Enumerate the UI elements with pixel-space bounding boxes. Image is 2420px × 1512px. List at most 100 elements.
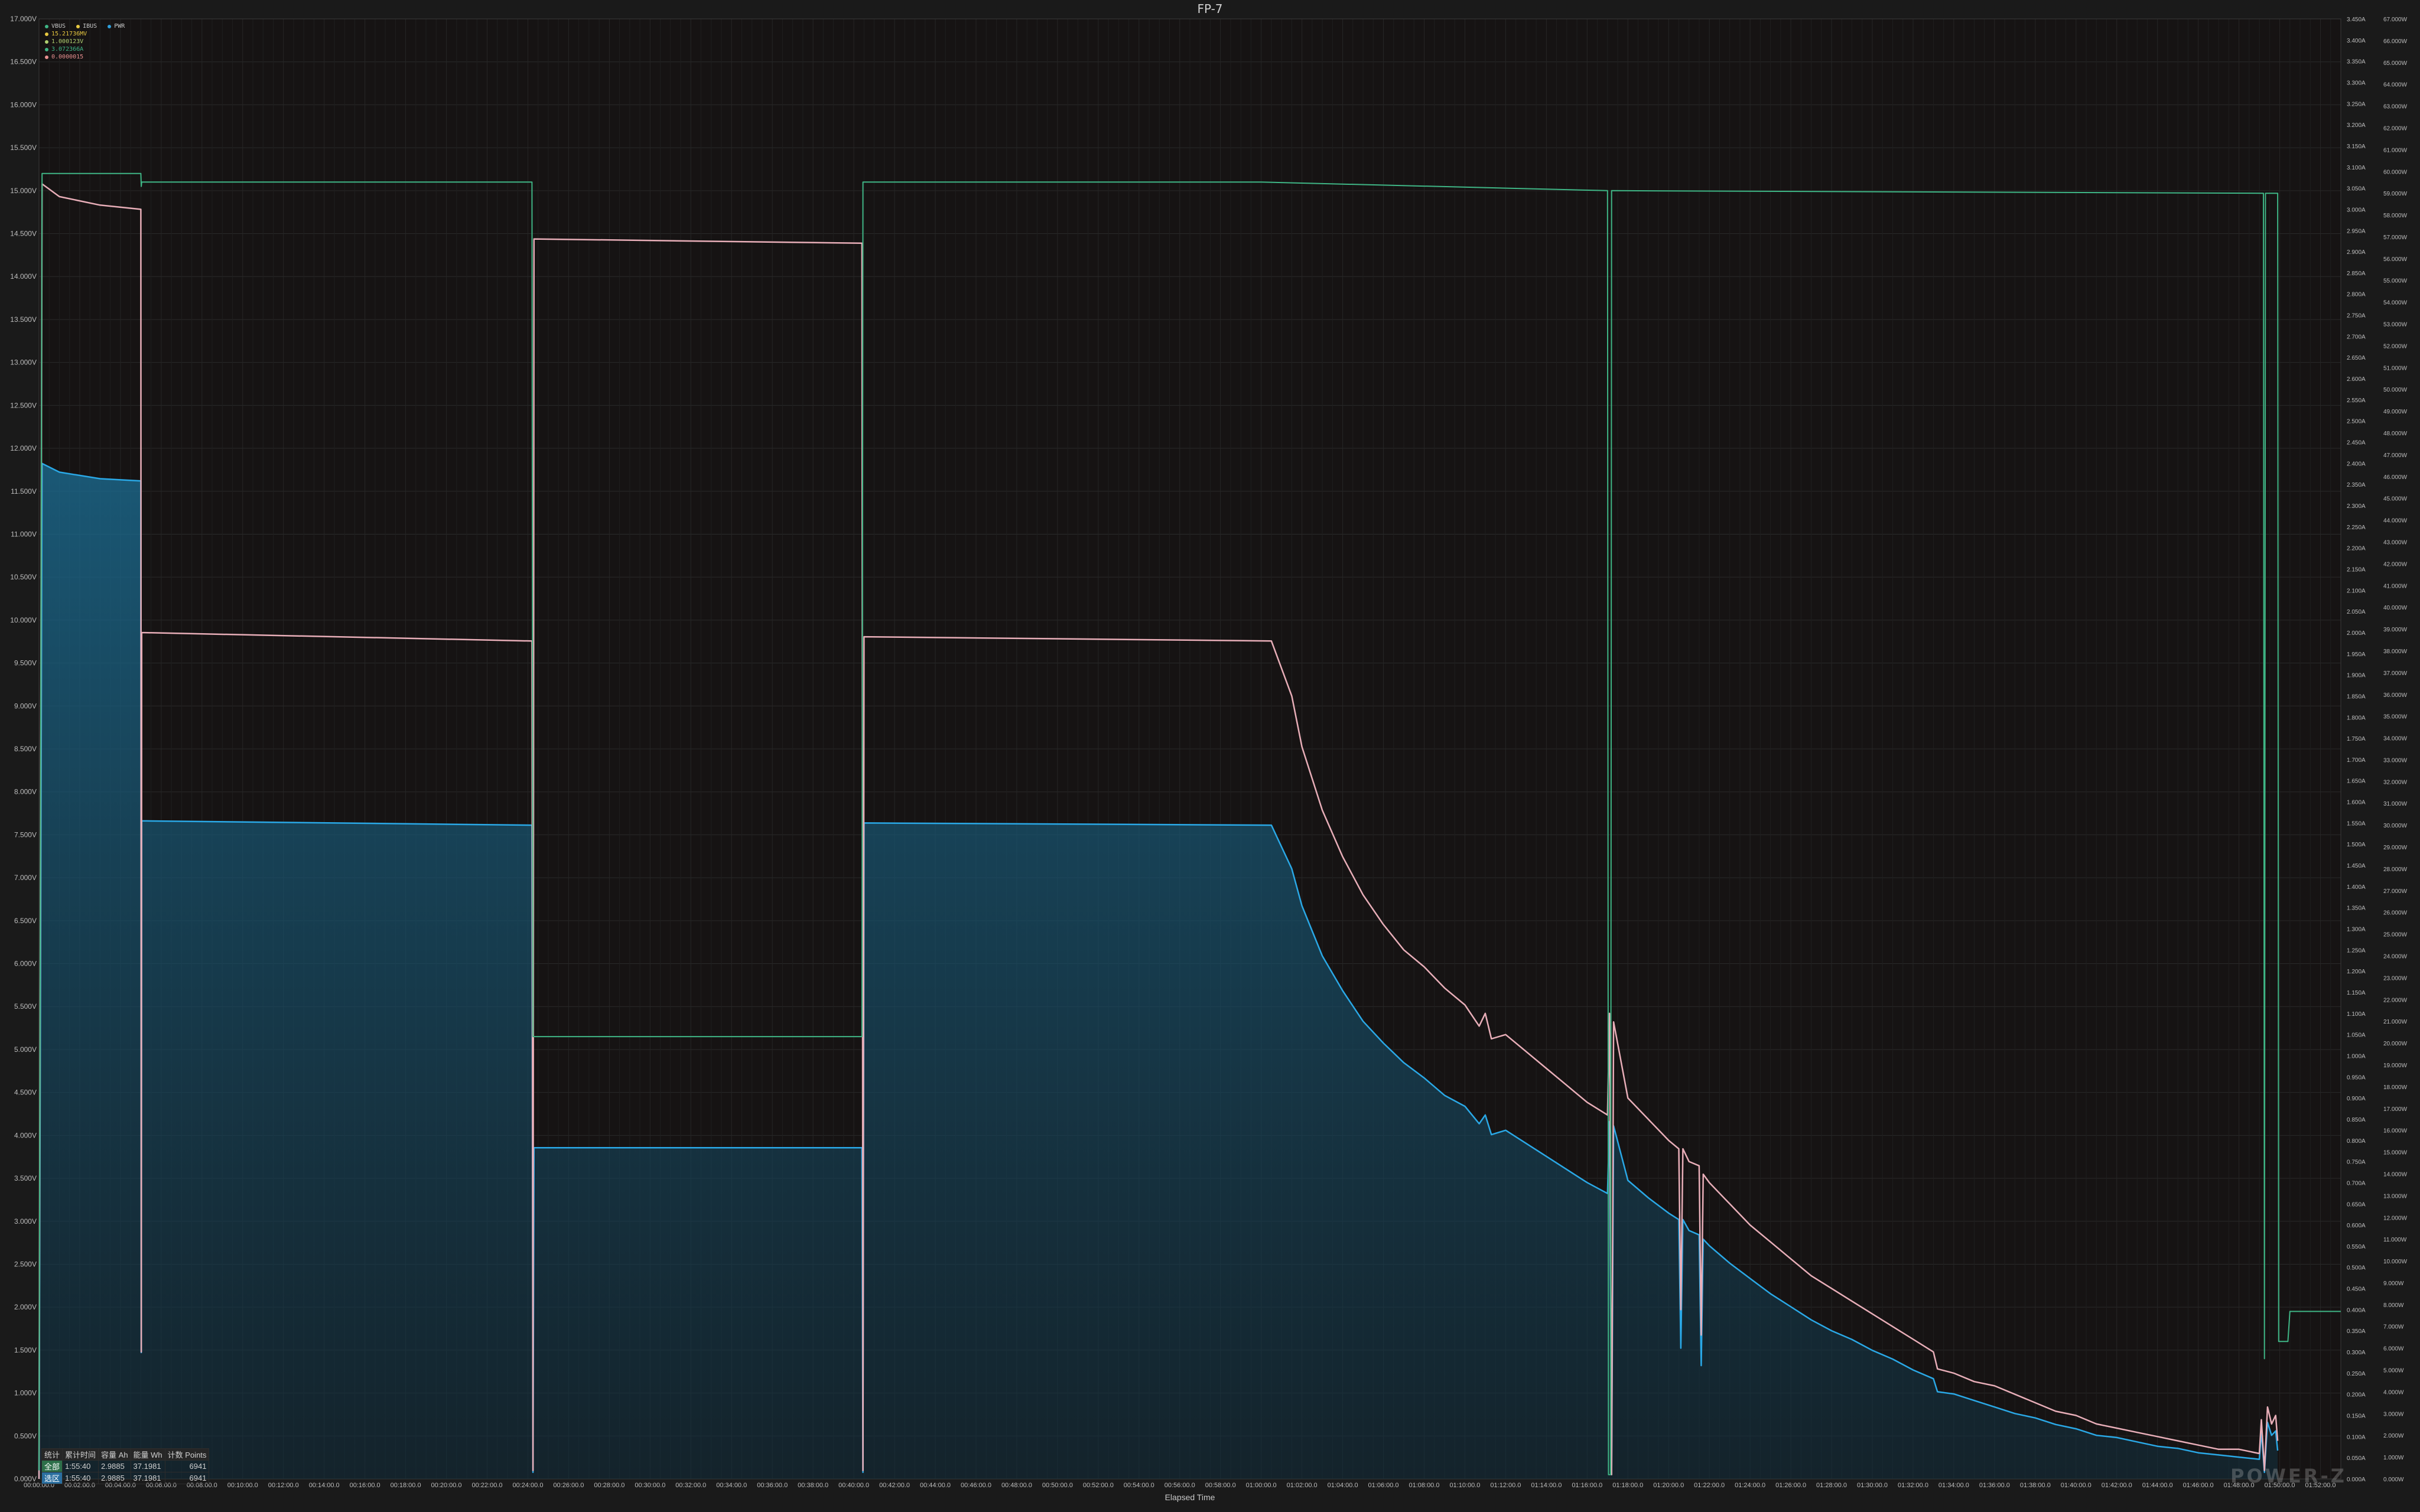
stats-ah: 2.9885 [98,1460,131,1472]
current-tick-label: 1.350A [2347,905,2366,912]
y-tick-label: 12.500V [10,401,37,409]
stats-tag: 全部 [41,1460,63,1472]
current-tick-label: 1.000A [2347,1053,2366,1060]
x-tick-label: 00:10:00.0 [227,1482,258,1489]
y-tick-label: 16.500V [10,58,37,66]
x-tick-label: 00:46:00.0 [961,1482,991,1489]
x-tick-label: 01:44:00.0 [2142,1482,2173,1489]
current-tick-label: 1.750A [2347,736,2366,742]
current-tick-label: 1.850A [2347,693,2366,700]
stats-header-row: 统计 累计时间 容量 Ah 能量 Wh 计数 Points [41,1448,210,1461]
current-tick-label: 2.750A [2347,313,2366,320]
x-axis-label: Elapsed Time [1165,1493,1215,1502]
x-tick-label: 01:04:00.0 [1328,1482,1358,1489]
power-tick-label: 26.000W [2383,910,2408,917]
current-tick-label: 1.450A [2347,863,2366,869]
current-tick-label: 0.150A [2347,1413,2366,1420]
x-tick-label: 00:52:00.0 [1083,1482,1114,1489]
current-tick-label: 2.100A [2347,588,2366,594]
power-tick-label: 37.000W [2383,670,2408,677]
y-tick-label: 5.500V [14,1002,37,1011]
power-tick-label: 13.000W [2383,1193,2408,1200]
legend-pwr[interactable]: PWR [108,22,125,30]
power-tick-label: 52.000W [2383,343,2408,350]
current-tick-label: 1.400A [2347,884,2366,891]
current-tick-label: 3.050A [2347,186,2366,193]
current-tick-label: 3.300A [2347,80,2366,86]
current-tick-label: 1.650A [2347,778,2366,785]
y-tick-label: 10.000V [10,616,37,624]
current-tick-label: 0.100A [2347,1434,2366,1441]
power-tick-label: 64.000W [2383,82,2408,89]
y-tick-label: 5.000V [14,1045,37,1054]
power-tick-label: 29.000W [2383,845,2408,851]
power-tick-label: 24.000W [2383,954,2408,960]
y-tick-label: 14.000V [10,272,37,281]
x-tick-label: 00:38:00.0 [798,1482,828,1489]
power-tick-label: 40.000W [2383,605,2408,611]
power-tick-label: 50.000W [2383,387,2408,393]
current-tick-label: 3.250A [2347,101,2366,107]
reading-dot-icon [45,40,48,44]
current-tick-label: 2.700A [2347,334,2366,340]
y-tick-label: 4.000V [14,1131,37,1139]
legend-ibus[interactable]: IBUS [76,22,97,30]
y-tick-label: 7.500V [14,830,37,839]
legend-vbus[interactable]: VBUS [45,22,66,30]
x-tick-label: 01:10:00.0 [1449,1482,1480,1489]
stats-time: 1:55:40 [62,1460,99,1472]
power-tick-label: 21.000W [2383,1019,2408,1025]
y-tick-label: 1.500V [14,1346,37,1354]
power-tick-label: 6.000W [2383,1346,2404,1353]
power-tick-label: 9.000W [2383,1280,2404,1287]
current-tick-label: 1.500A [2347,842,2366,848]
x-tick-label: 00:44:00.0 [920,1482,951,1489]
pwr-dot-icon [108,24,112,28]
power-tick-label: 14.000W [2383,1171,2408,1178]
power-tick-label: 1.000W [2383,1455,2404,1461]
power-tick-label: 45.000W [2383,496,2408,503]
current-tick-label: 0.700A [2347,1180,2366,1187]
current-tick-label: 1.700A [2347,757,2366,764]
x-tick-label: 01:02:00.0 [1287,1482,1318,1489]
stats-row-selection[interactable]: 选区 1:55:40 2.9885 37.1981 6941 [41,1472,210,1484]
current-tick-label: 3.150A [2347,144,2366,150]
stats-row-all[interactable]: 全部 1:55:40 2.9885 37.1981 6941 [41,1460,210,1472]
current-tick-label: 0.200A [2347,1392,2366,1399]
x-tick-label: 00:22:00.0 [472,1482,503,1489]
x-tick-label: 00:20:00.0 [431,1482,462,1489]
current-tick-label: 1.300A [2347,927,2366,933]
current-tick-label: 2.950A [2347,228,2366,234]
power-tick-label: 30.000W [2383,823,2408,829]
y-tick-label: 8.500V [14,745,37,753]
current-tick-label: 1.200A [2347,969,2366,975]
x-tick-label: 01:38:00.0 [2020,1482,2051,1489]
power-tick-label: 18.000W [2383,1084,2408,1091]
power-tick-label: 53.000W [2383,322,2408,328]
power-tick-label: 65.000W [2383,60,2408,67]
power-tick-label: 48.000W [2383,431,2408,437]
y-tick-label: 11.500V [11,487,37,496]
x-tick-label: 01:28:00.0 [1816,1482,1847,1489]
stats-header: 统计 [41,1448,63,1461]
current-tick-label: 3.100A [2347,165,2366,171]
reading-dot-icon [45,47,48,51]
x-tick-label: 00:18:00.0 [391,1482,421,1489]
power-chart[interactable]: 0.000V0.500V1.000V1.500V2.000V2.500V3.00… [0,0,2420,1512]
y-tick-label: 15.000V [10,187,37,195]
power-tick-label: 55.000W [2383,278,2408,285]
x-tick-label: 00:26:00.0 [553,1482,584,1489]
power-tick-label: 8.000W [2383,1302,2404,1309]
current-tick-label: 2.650A [2347,355,2366,361]
y-tick-label: 11.000V [11,530,37,538]
power-tick-label: 58.000W [2383,213,2408,219]
y-tick-label: 16.000V [10,100,37,109]
current-tick-label: 1.250A [2347,947,2366,954]
current-tick-label: 1.100A [2347,1011,2366,1018]
vbus-dot-icon [45,24,48,28]
stats-tag: 选区 [41,1472,63,1484]
x-tick-label: 01:00:00.0 [1246,1482,1277,1489]
x-tick-label: 01:12:00.0 [1490,1482,1521,1489]
current-tick-label: 3.400A [2347,38,2366,44]
current-tick-label: 0.300A [2347,1350,2366,1356]
